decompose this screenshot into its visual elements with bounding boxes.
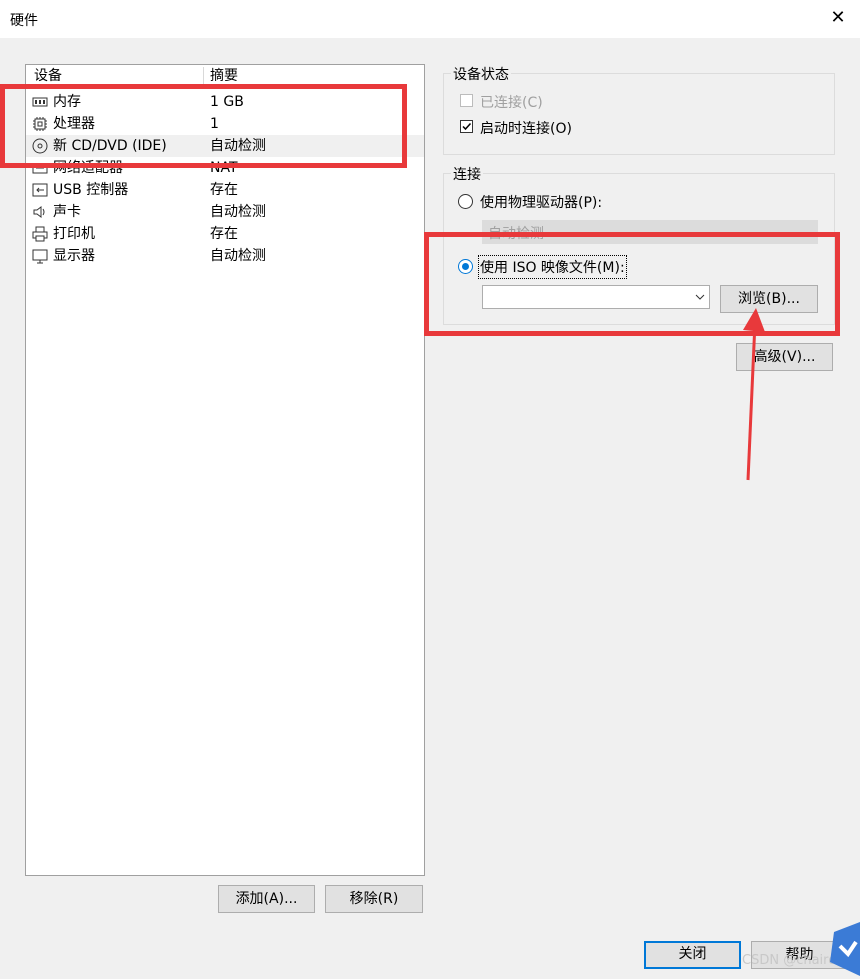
printer-icon: [32, 226, 48, 242]
title-bar: [0, 0, 860, 38]
physical-drive-label: 使用物理驱动器(P):: [480, 195, 603, 211]
connect-on-start-label: 启动时连接(O): [480, 121, 572, 137]
connected-checkbox[interactable]: [460, 94, 473, 107]
device-list[interactable]: 设备 摘要 内存 1 GB 处理器 1 新 CD/DVD (IDE) 自动检测 …: [25, 64, 425, 876]
connect-on-start-checkbox[interactable]: [460, 120, 473, 133]
header-divider: [203, 67, 204, 85]
checkmark-icon: [462, 122, 472, 131]
connection-label: 连接: [451, 164, 483, 184]
device-summary: 存在: [210, 182, 238, 198]
device-name: 打印机: [53, 226, 95, 242]
device-name: 声卡: [53, 204, 81, 220]
window-title: 硬件: [10, 13, 38, 29]
remove-button[interactable]: 移除(R): [325, 885, 423, 913]
device-summary: 自动检测: [210, 248, 266, 264]
connected-label: 已连接(C): [480, 95, 543, 111]
list-item-display[interactable]: 显示器 自动检测: [26, 245, 424, 267]
monitor-icon: [32, 249, 48, 264]
list-item-sound[interactable]: 声卡 自动检测: [26, 201, 424, 223]
list-item-printer[interactable]: 打印机 存在: [26, 223, 424, 245]
add-button[interactable]: 添加(A)...: [218, 885, 315, 913]
close-icon[interactable]: ✕: [826, 6, 850, 30]
speaker-icon: [33, 206, 45, 218]
highlight-box-iso: [424, 232, 840, 336]
usb-icon: [32, 183, 48, 197]
list-item-usb[interactable]: USB 控制器 存在: [26, 179, 424, 201]
highlight-box-devices: [0, 84, 407, 168]
device-name: USB 控制器: [53, 182, 129, 198]
device-name: 显示器: [53, 248, 95, 264]
annotation-arrow-icon: [743, 308, 765, 481]
device-summary: 自动检测: [210, 204, 266, 220]
device-summary: 存在: [210, 226, 238, 242]
physical-drive-radio[interactable]: [458, 194, 473, 209]
device-status-group: [443, 73, 835, 155]
close-button[interactable]: 关闭: [644, 941, 741, 969]
floating-assistant-icon[interactable]: [828, 918, 860, 979]
device-status-label: 设备状态: [451, 64, 511, 84]
